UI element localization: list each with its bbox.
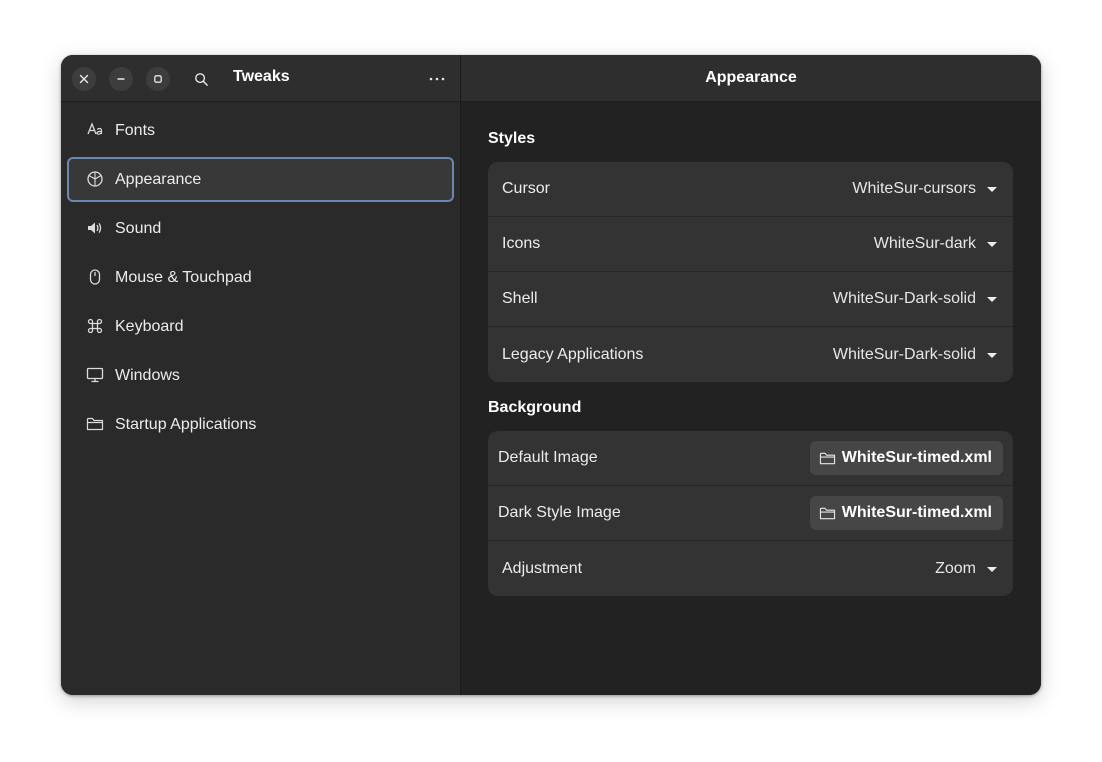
- sidebar-item-startup-applications[interactable]: Startup Applications: [67, 402, 454, 447]
- background-group: Default Image WhiteSur-timed.xml Dark St…: [488, 431, 1013, 596]
- row-label: Default Image: [498, 449, 598, 466]
- maximize-button[interactable]: [146, 67, 170, 91]
- sidebar-item-label: Startup Applications: [115, 415, 257, 433]
- main-menu-button[interactable]: [425, 67, 449, 91]
- sidebar-item-label: Sound: [115, 219, 162, 237]
- default-image-file-button[interactable]: WhiteSur-timed.xml: [809, 441, 1003, 475]
- sidebar-item-mouse-touchpad[interactable]: Mouse & Touchpad: [67, 255, 454, 300]
- icons-row[interactable]: Icons WhiteSur-dark: [488, 217, 1013, 272]
- folder-icon: [86, 417, 104, 431]
- default-image-row: Default Image WhiteSur-timed.xml: [488, 431, 1013, 486]
- dark-style-image-file-button[interactable]: WhiteSur-timed.xml: [809, 496, 1003, 530]
- row-label: Dark Style Image: [498, 504, 621, 521]
- sidebar-item-label: Keyboard: [115, 317, 184, 335]
- sidebar-item-windows[interactable]: Windows: [67, 353, 454, 398]
- sidebar-item-keyboard[interactable]: Keyboard: [67, 304, 454, 349]
- search-icon: [194, 72, 208, 86]
- close-icon: [79, 74, 89, 84]
- monitor-icon: [86, 367, 104, 383]
- file-name: WhiteSur-timed.xml: [841, 504, 992, 521]
- row-label: Adjustment: [502, 559, 583, 577]
- sidebar-item-appearance[interactable]: Appearance: [67, 157, 454, 202]
- dropdown-value: WhiteSur-dark: [873, 235, 976, 252]
- dark-style-image-row: Dark Style Image WhiteSur-timed.xml: [488, 486, 1013, 541]
- dropdown-arrow-icon: [987, 566, 997, 572]
- shell-row[interactable]: Shell WhiteSur-Dark-solid: [488, 272, 1013, 327]
- dropdown-arrow-icon: [987, 242, 997, 247]
- row-label: Shell: [502, 290, 538, 307]
- tweaks-window: Tweaks Fonts Appearance Sound Mouse & To…: [61, 55, 1041, 695]
- legacy-applications-row[interactable]: Legacy Applications WhiteSur-Dark-solid: [488, 327, 1013, 382]
- legacy-applications-dropdown[interactable]: WhiteSur-Dark-solid: [833, 346, 1013, 364]
- dropdown-arrow-icon: [987, 297, 997, 302]
- close-button[interactable]: [72, 67, 96, 91]
- sidebar-item-fonts[interactable]: Fonts: [67, 108, 454, 153]
- more-icon: [429, 77, 445, 81]
- dropdown-value: Zoom: [935, 559, 976, 577]
- dropdown-value: WhiteSur-cursors: [852, 180, 976, 197]
- cursor-dropdown[interactable]: WhiteSur-cursors: [852, 180, 1013, 198]
- sidebar-item-label: Appearance: [115, 170, 202, 188]
- speaker-icon: [88, 222, 102, 234]
- dropdown-arrow-icon: [987, 352, 997, 358]
- dropdown-value: WhiteSur-Dark-solid: [832, 345, 976, 363]
- sidebar-header: Tweaks: [61, 55, 460, 102]
- row-label: Legacy Applications: [502, 345, 644, 363]
- sidebar-title: Tweaks: [233, 68, 290, 85]
- mouse-icon: [89, 269, 101, 285]
- cursor-row[interactable]: Cursor WhiteSur-cursors: [488, 162, 1013, 217]
- minimize-icon: [117, 78, 125, 80]
- dropdown-arrow-icon: [987, 187, 997, 192]
- minimize-button[interactable]: [109, 67, 133, 91]
- row-label: Cursor: [502, 180, 551, 197]
- dropdown-value: WhiteSur-Dark-solid: [832, 290, 976, 307]
- sidebar-item-label: Windows: [115, 366, 180, 384]
- sidebar: Tweaks Fonts Appearance Sound Mouse & To…: [61, 55, 461, 695]
- file-name: WhiteSur-timed.xml: [841, 449, 992, 466]
- folder-icon: [819, 507, 835, 519]
- content-pane: Appearance Styles Cursor WhiteSur-cursor…: [461, 55, 1041, 695]
- sidebar-item-label: Fonts: [115, 121, 156, 139]
- sidebar-item-label: Mouse & Touchpad: [115, 268, 252, 286]
- appearance-icon: [87, 171, 103, 187]
- sidebar-item-sound[interactable]: Sound: [67, 206, 454, 251]
- shell-dropdown[interactable]: WhiteSur-Dark-solid: [833, 290, 1013, 308]
- icons-dropdown[interactable]: WhiteSur-dark: [874, 235, 1013, 253]
- adjustment-dropdown[interactable]: Zoom: [935, 560, 1013, 578]
- page-title: Appearance: [705, 69, 797, 86]
- styles-group: Cursor WhiteSur-cursors Icons WhiteSur-d…: [488, 162, 1013, 382]
- folder-icon: [819, 452, 835, 464]
- styles-section-title: Styles: [488, 130, 536, 147]
- background-section-title: Background: [488, 399, 582, 416]
- content-header: Appearance: [461, 55, 1041, 102]
- font-icon: [87, 122, 103, 135]
- sidebar-nav: Fonts Appearance Sound Mouse & Touchpad …: [67, 108, 454, 451]
- command-key-icon: [87, 318, 103, 334]
- row-label: Icons: [502, 235, 541, 252]
- maximize-icon: [154, 75, 162, 83]
- search-button[interactable]: [189, 67, 213, 91]
- adjustment-row[interactable]: Adjustment Zoom: [488, 541, 1013, 596]
